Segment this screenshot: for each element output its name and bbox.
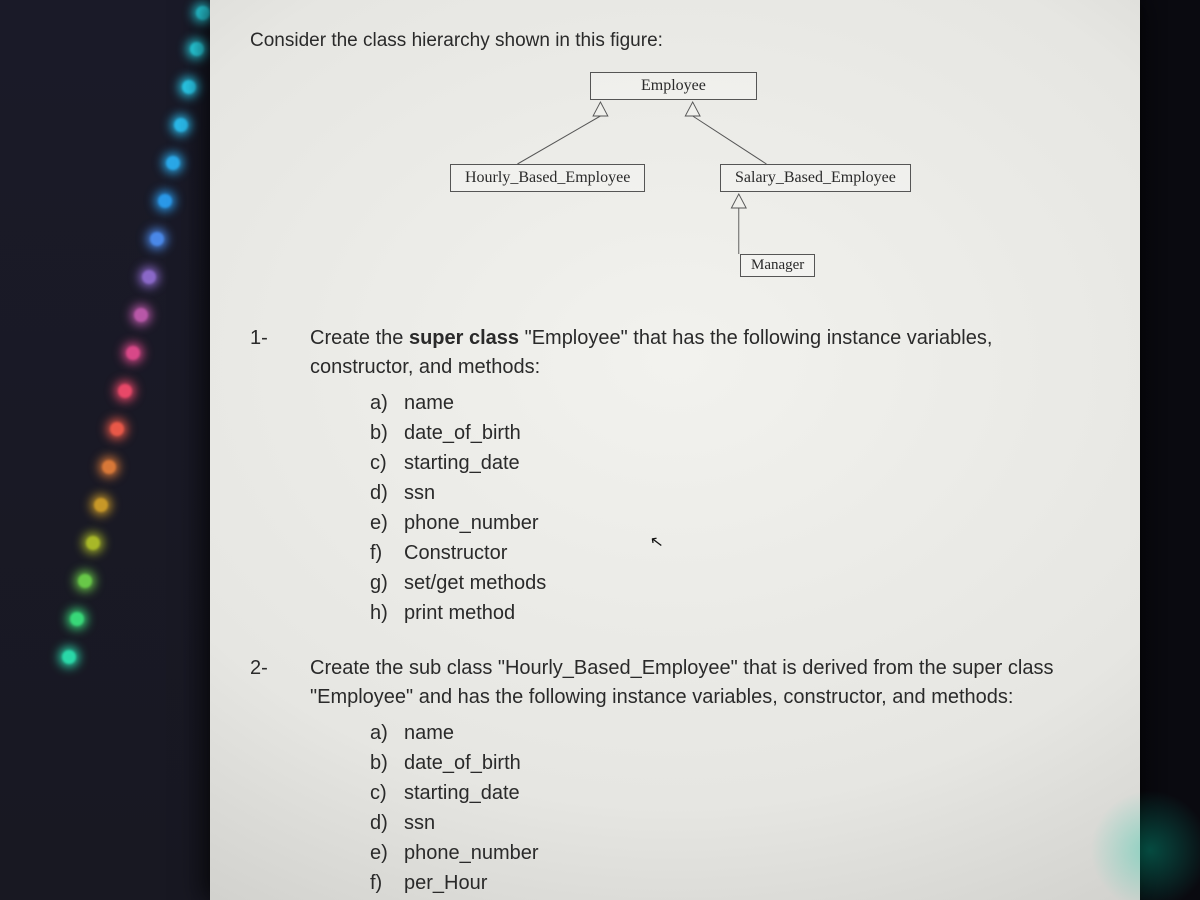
led-light — [182, 80, 196, 94]
led-light — [118, 384, 132, 398]
list-item-text: ssn — [404, 808, 435, 838]
list-item-text: phone_number — [404, 508, 539, 538]
q1-lead: Create the — [310, 327, 409, 349]
screen-right-edge — [1140, 0, 1200, 900]
led-light — [158, 194, 172, 208]
question-1: 1-Create the super class "Employee" that… — [280, 324, 1080, 628]
list-item-text: set/get methods — [404, 568, 546, 598]
list-item-letter: f) — [370, 538, 404, 568]
list-item: b)date_of_birth — [370, 418, 1080, 448]
led-light — [62, 650, 76, 664]
led-light — [78, 574, 92, 588]
node-manager: Manager — [740, 254, 815, 277]
list-item: f)per_Hour — [370, 868, 1080, 898]
list-item-text: Constructor — [404, 538, 507, 568]
led-light — [196, 6, 210, 20]
list-item-text: date_of_birth — [404, 418, 521, 448]
led-light — [166, 156, 180, 170]
led-light — [142, 270, 156, 284]
led-light — [70, 612, 84, 626]
list-item: d)ssn — [370, 478, 1080, 508]
led-light — [110, 422, 124, 436]
list-item: f)Constructor — [370, 538, 1080, 568]
list-item-letter: g) — [370, 568, 404, 598]
list-item: b)date_of_birth — [370, 748, 1080, 778]
list-item-letter: f) — [370, 868, 404, 898]
list-item: e)phone_number — [370, 508, 1080, 538]
class-hierarchy-diagram: Employee Hourly_Based_Employee Salary_Ba… — [250, 64, 1080, 294]
list-item-letter: b) — [370, 748, 404, 778]
led-light — [126, 346, 140, 360]
led-light — [94, 498, 108, 512]
led-light — [134, 308, 148, 322]
node-hourly-based-employee: Hourly_Based_Employee — [450, 164, 645, 192]
list-item: a)name — [370, 718, 1080, 748]
list-item-letter: b) — [370, 418, 404, 448]
list-item-text: date_of_birth — [404, 748, 521, 778]
list-item: c)starting_date — [370, 778, 1080, 808]
q2-text: Create the sub class "Hourly_Based_Emplo… — [310, 657, 1053, 708]
list-item-text: name — [404, 388, 454, 418]
q1-number: 1- — [280, 324, 310, 353]
question-2: 2-Create the sub class "Hourly_Based_Emp… — [280, 654, 1080, 900]
list-item-letter: e) — [370, 508, 404, 538]
list-item: c)starting_date — [370, 448, 1080, 478]
list-item: a)name — [370, 388, 1080, 418]
q1-bold: super class — [409, 327, 519, 349]
list-item-letter: c) — [370, 448, 404, 478]
list-item-text: starting_date — [404, 448, 520, 478]
list-item-letter: a) — [370, 718, 404, 748]
list-item-letter: c) — [370, 778, 404, 808]
list-item: g)set/get methods — [370, 568, 1080, 598]
list-item-letter: e) — [370, 838, 404, 868]
led-light — [174, 118, 188, 132]
list-item: e)phone_number — [370, 838, 1080, 868]
list-item-text: print method — [404, 598, 515, 628]
list-item-letter: a) — [370, 388, 404, 418]
led-light — [150, 232, 164, 246]
document-page: Consider the class hierarchy shown in th… — [210, 0, 1140, 900]
node-employee: Employee — [590, 72, 757, 100]
led-light — [86, 536, 100, 550]
list-item-letter: d) — [370, 478, 404, 508]
list-item-text: name — [404, 718, 454, 748]
list-item-text: ssn — [404, 478, 435, 508]
list-item-text: starting_date — [404, 778, 520, 808]
list-item-text: per_Hour — [404, 868, 487, 898]
node-salary-based-employee: Salary_Based_Employee — [720, 164, 911, 192]
list-item: h)print method — [370, 598, 1080, 628]
list-item-letter: d) — [370, 808, 404, 838]
list-item: d)ssn — [370, 808, 1080, 838]
list-item-text: phone_number — [404, 838, 539, 868]
led-light — [190, 42, 204, 56]
q2-number: 2- — [280, 654, 310, 683]
list-item-letter: h) — [370, 598, 404, 628]
led-strip — [0, 0, 220, 900]
led-light — [102, 460, 116, 474]
intro-text: Consider the class hierarchy shown in th… — [250, 30, 1080, 52]
